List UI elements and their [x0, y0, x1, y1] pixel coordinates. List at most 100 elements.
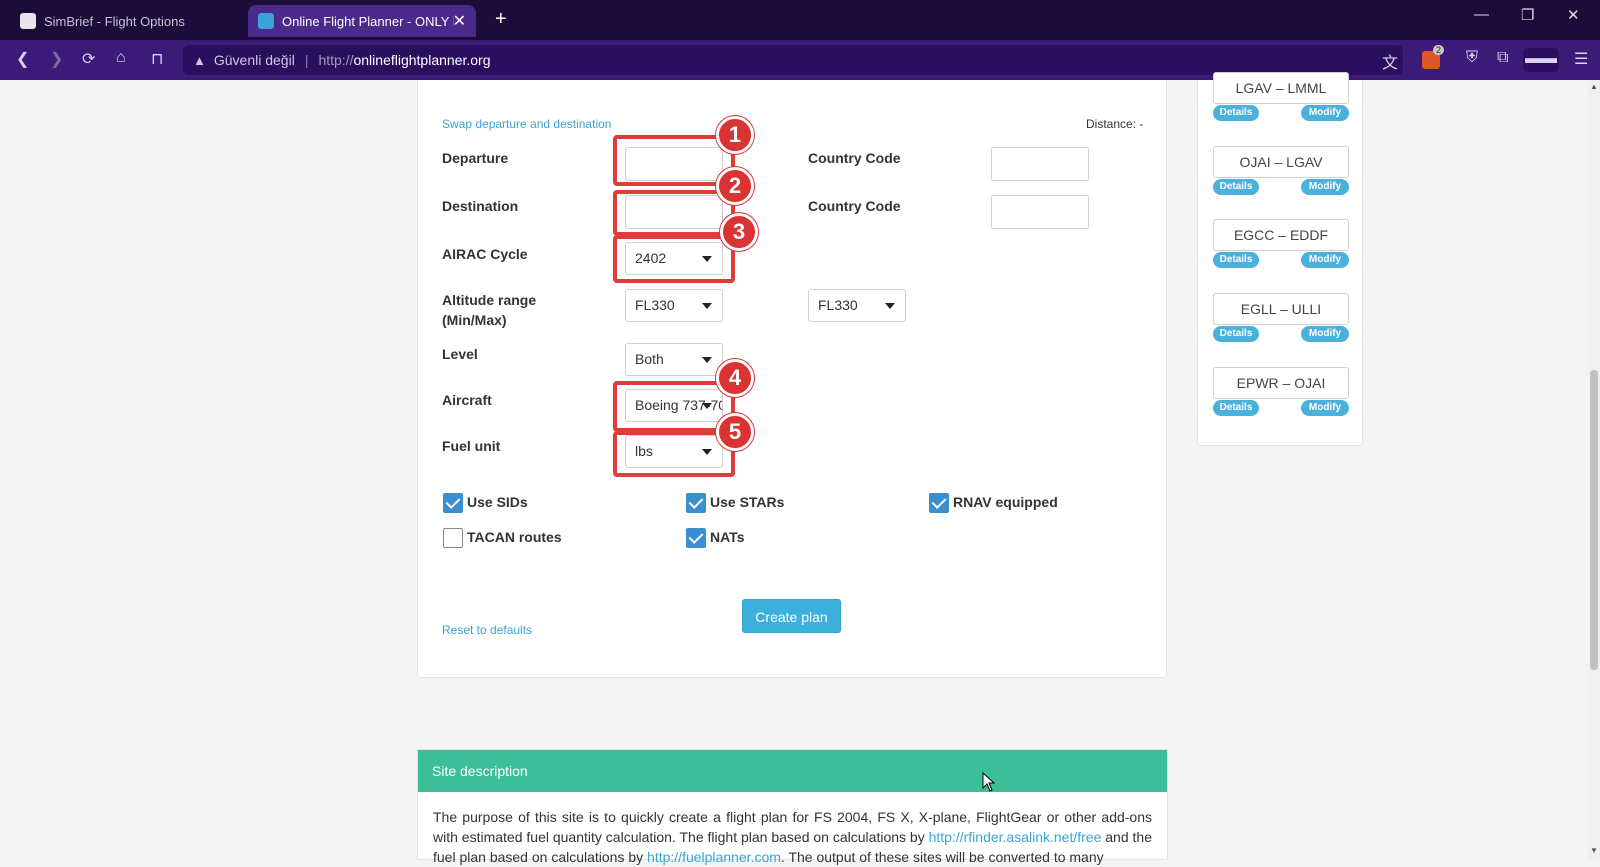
destination-country-code-label: Country Code: [808, 198, 901, 214]
level-value: Both: [635, 351, 664, 367]
url-host: onlineflightplanner.org: [353, 52, 491, 68]
nats-checkbox[interactable]: [686, 528, 706, 548]
details-button[interactable]: Details: [1213, 400, 1259, 416]
vpn-shield-icon[interactable]: ⛨: [1466, 49, 1478, 67]
modify-button[interactable]: Modify: [1301, 252, 1349, 268]
use-stars-label[interactable]: Use STARs: [710, 492, 784, 512]
rfinder-link[interactable]: http://rfinder.asalink.net/free: [929, 829, 1102, 845]
annotation-badge-2: 2: [716, 167, 754, 205]
route-item[interactable]: EGLL – ULLI: [1213, 293, 1349, 325]
altitude-min-value: FL330: [635, 297, 675, 313]
security-label[interactable]: Güvenli değil: [214, 52, 295, 68]
rnav-equipped-checkbox[interactable]: [929, 493, 949, 513]
airac-cycle-label: AIRAC Cycle: [442, 246, 528, 262]
altitude-max-select[interactable]: FL330: [808, 289, 906, 322]
chevron-down-icon: [702, 357, 712, 363]
altitude-range-label: Altitude range: [442, 292, 537, 308]
level-label: Level: [442, 346, 478, 362]
ofp-favicon-icon: [258, 13, 274, 29]
close-tab-icon[interactable]: ✕: [453, 11, 466, 31]
back-icon[interactable]: ❮: [16, 49, 29, 69]
route-item[interactable]: EGCC – EDDF: [1213, 219, 1349, 251]
new-tab-icon[interactable]: +: [495, 8, 507, 31]
extensions-icon[interactable]: ⧉: [1497, 49, 1508, 67]
departure-country-code-label: Country Code: [808, 150, 901, 166]
details-button[interactable]: Details: [1213, 179, 1259, 195]
tacan-routes-checkbox[interactable]: [443, 528, 463, 548]
simbrief-favicon-icon: [20, 13, 36, 29]
warning-icon[interactable]: ▲: [193, 53, 206, 68]
page-content: Swap departure and destination Distance:…: [0, 72, 1600, 865]
address-bar[interactable]: ▲ Güvenli değil | http:// onlineflightpl…: [183, 45, 1403, 75]
menu-icon[interactable]: ☰: [1574, 49, 1588, 69]
departure-label: Departure: [442, 150, 509, 166]
window-close-icon[interactable]: ✕: [1567, 6, 1580, 24]
tacan-routes-label[interactable]: TACAN routes: [467, 527, 562, 547]
tab-title: Online Flight Planner - ONLY FO: [282, 13, 454, 29]
browser-titlebar: SimBrief - Flight Options Online Flight …: [0, 0, 1600, 40]
route-item[interactable]: EPWR – OJAI: [1213, 367, 1349, 399]
fuelplanner-link[interactable]: http://fuelplanner.com: [647, 849, 781, 865]
modify-button[interactable]: Modify: [1301, 105, 1349, 121]
browser-toolbar: ❮ ❯ ⟳ ⌂ ⊓ ▲ Güvenli değil | http:// onli…: [0, 40, 1600, 80]
tab-online-flight-planner[interactable]: Online Flight Planner - ONLY FO ✕: [248, 5, 476, 37]
site-description-heading: Site description: [418, 750, 1167, 792]
site-description-panel: Site description The purpose of this sit…: [417, 749, 1168, 865]
url-separator: |: [304, 52, 309, 68]
mouse-cursor-icon: [982, 772, 996, 792]
reader-glasses-icon[interactable]: ▬▬: [1523, 48, 1559, 72]
restore-icon[interactable]: ❐: [1521, 6, 1534, 24]
tab-simbrief[interactable]: SimBrief - Flight Options: [10, 5, 242, 37]
rnav-equipped-label[interactable]: RNAV equipped: [953, 492, 1058, 512]
page-scrollbar[interactable]: ▲ ▼: [1588, 80, 1600, 860]
highlight-box-2: [613, 190, 735, 236]
reset-to-defaults-link[interactable]: Reset to defaults: [442, 623, 532, 637]
use-stars-checkbox[interactable]: [686, 493, 706, 513]
altitude-range-sublabel: (Min/Max): [442, 312, 507, 328]
home-icon[interactable]: ⌂: [116, 49, 126, 67]
scroll-up-icon[interactable]: ▲: [1590, 82, 1598, 91]
highlight-box-3: [613, 235, 735, 283]
create-plan-button[interactable]: Create plan: [742, 599, 841, 633]
minimize-icon[interactable]: —: [1474, 6, 1489, 23]
scroll-down-icon[interactable]: ▼: [1590, 846, 1598, 855]
reload-icon[interactable]: ⟳: [82, 49, 95, 69]
route-item[interactable]: OJAI – LGAV: [1213, 146, 1349, 178]
annotation-badge-5: 5: [716, 413, 754, 451]
brave-shield-icon[interactable]: 2: [1422, 45, 1445, 69]
modify-button[interactable]: Modify: [1301, 326, 1349, 342]
route-item[interactable]: LGAV – LMML: [1213, 72, 1349, 104]
distance-readout: Distance: -: [1086, 117, 1144, 131]
description-text: . The output of these sites will be conv…: [780, 849, 1104, 865]
level-select[interactable]: Both: [625, 343, 723, 376]
swap-departure-destination-link[interactable]: Swap departure and destination: [442, 117, 611, 131]
departure-country-code-input[interactable]: [991, 147, 1089, 181]
details-button[interactable]: Details: [1213, 252, 1259, 268]
site-description-text: The purpose of this site is to quickly c…: [418, 792, 1167, 867]
bookmark-icon[interactable]: ⊓: [151, 49, 163, 69]
modify-button[interactable]: Modify: [1301, 400, 1349, 416]
altitude-min-select[interactable]: FL330: [625, 289, 723, 322]
use-sids-checkbox[interactable]: [443, 493, 463, 513]
modify-button[interactable]: Modify: [1301, 179, 1349, 195]
annotation-badge-3: 3: [720, 213, 758, 251]
forward-icon[interactable]: ❯: [50, 49, 63, 69]
brave-badge: 2: [1433, 45, 1445, 55]
aircraft-label: Aircraft: [442, 392, 492, 408]
details-button[interactable]: Details: [1213, 105, 1259, 121]
fuel-unit-label: Fuel unit: [442, 438, 501, 454]
url-protocol: http://: [318, 52, 354, 68]
translate-icon[interactable]: 文: [1382, 49, 1398, 73]
chevron-down-icon: [885, 303, 895, 309]
destination-label: Destination: [442, 198, 519, 214]
scrollbar-thumb[interactable]: [1590, 370, 1598, 670]
chevron-down-icon: [702, 303, 712, 309]
use-sids-label[interactable]: Use SIDs: [467, 492, 528, 512]
altitude-max-value: FL330: [818, 297, 858, 313]
destination-country-code-input[interactable]: [991, 195, 1089, 229]
nats-label[interactable]: NATs: [710, 527, 744, 547]
details-button[interactable]: Details: [1213, 326, 1259, 342]
tab-title: SimBrief - Flight Options: [44, 13, 185, 29]
annotation-badge-4: 4: [716, 359, 754, 397]
annotation-badge-1: 1: [716, 116, 754, 154]
